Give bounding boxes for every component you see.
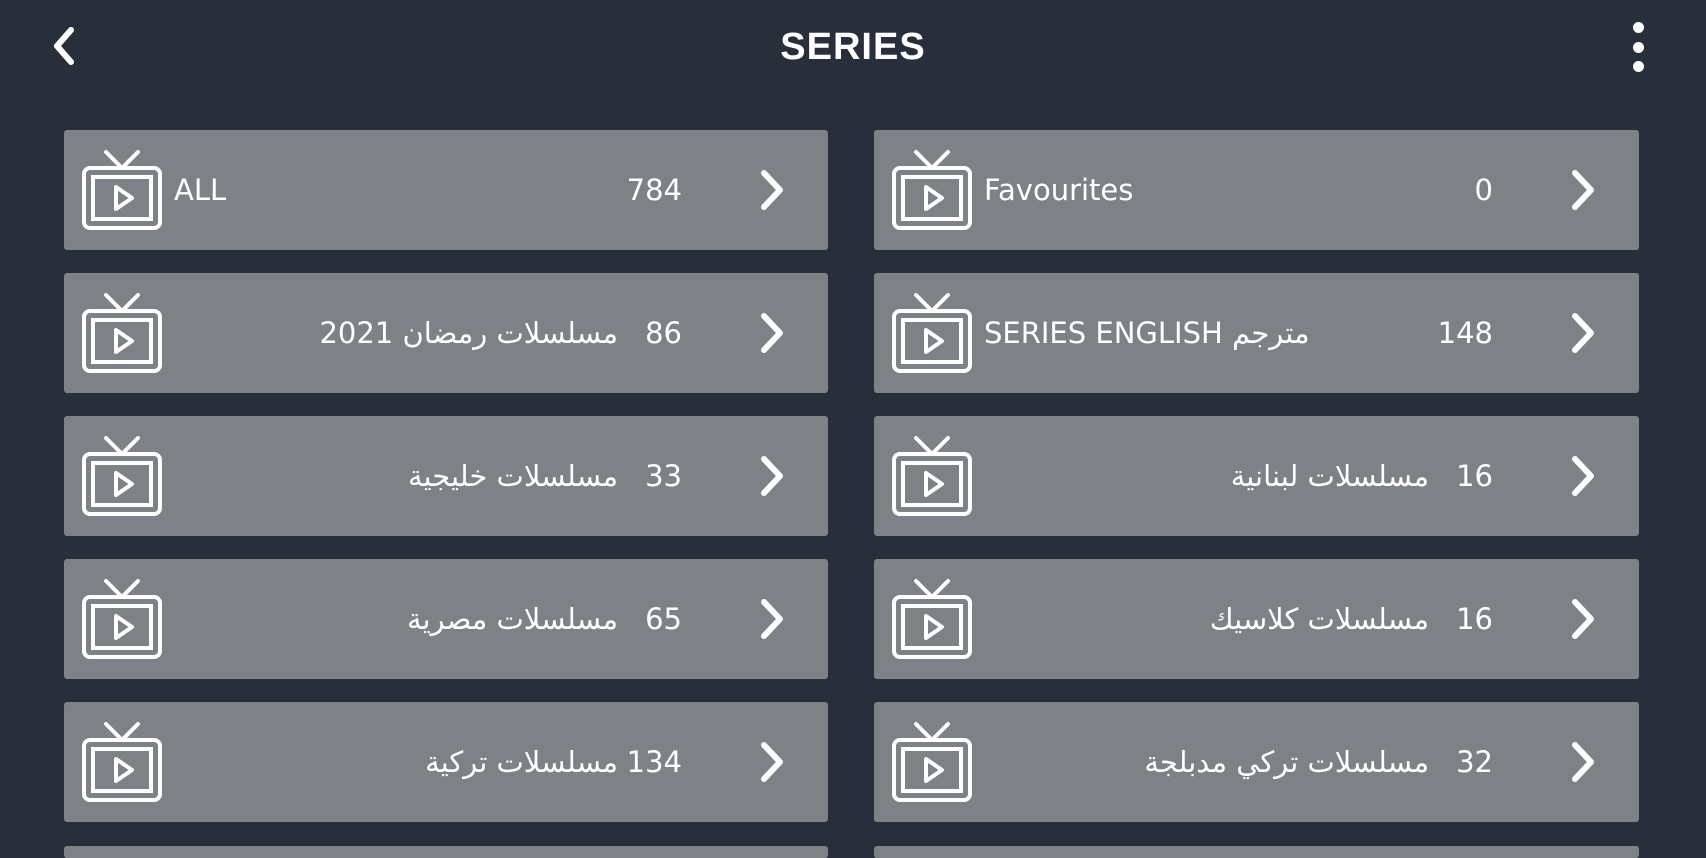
category-card[interactable]: مسلسلات رمضان 2021 86 <box>64 273 828 393</box>
chevron-right-icon <box>761 742 783 782</box>
top-bar: SERIES <box>0 0 1706 96</box>
tv-play-icon <box>892 436 972 516</box>
category-name: مسلسلات تركية <box>425 745 618 779</box>
category-count: 86 <box>645 316 682 350</box>
chevron-right-icon <box>1572 599 1594 639</box>
more-vertical-icon <box>1632 22 1644 33</box>
tv-play-icon <box>892 722 972 802</box>
category-card[interactable]: ALL 784 <box>64 130 828 250</box>
tv-play-icon <box>892 293 972 373</box>
category-card[interactable]: SERIES ENGLISH مترجم 148 <box>874 273 1639 393</box>
category-card[interactable]: مسلسلات خليجية 33 <box>64 416 828 536</box>
category-name: مسلسلات كلاسيك <box>1209 602 1429 636</box>
tv-play-icon <box>82 436 162 516</box>
category-name: مسلسلات مصرية <box>406 602 618 636</box>
page-title: SERIES <box>780 26 926 68</box>
category-card[interactable]: مسلسلات كلاسيك 16 <box>874 559 1639 679</box>
chevron-right-icon <box>761 170 783 210</box>
category-card[interactable]: Favourites 0 <box>874 130 1639 250</box>
category-card-partial[interactable] <box>64 846 828 858</box>
chevron-right-icon <box>1572 456 1594 496</box>
category-card-partial[interactable] <box>874 846 1639 858</box>
category-count: 148 <box>1437 316 1493 350</box>
chevron-right-icon <box>761 313 783 353</box>
category-card[interactable]: مسلسلات تركي مدبلجة 32 <box>874 702 1639 822</box>
tv-play-icon <box>892 150 972 230</box>
more-options-button[interactable] <box>1620 20 1656 74</box>
category-card[interactable]: مسلسلات تركية 134 <box>64 702 828 822</box>
tv-play-icon <box>82 579 162 659</box>
chevron-right-icon <box>761 599 783 639</box>
category-count: 784 <box>626 173 682 207</box>
category-card[interactable]: مسلسلات لبنانية 16 <box>874 416 1639 536</box>
category-count: 0 <box>1474 173 1493 207</box>
chevron-right-icon <box>761 456 783 496</box>
category-count: 65 <box>645 602 682 636</box>
category-name: مسلسلات لبنانية <box>1230 459 1429 493</box>
category-card[interactable]: مسلسلات مصرية 65 <box>64 559 828 679</box>
category-name: مسلسلات تركي مدبلجة <box>1144 745 1429 779</box>
category-count: 33 <box>645 459 682 493</box>
category-name: SERIES ENGLISH مترجم <box>984 316 1310 350</box>
chevron-right-icon <box>1572 313 1594 353</box>
tv-play-icon <box>82 722 162 802</box>
tv-play-icon <box>82 150 162 230</box>
category-grid: ALL 784 Favourites 0 مسلسلات رمضان 2021 … <box>64 130 1639 822</box>
tv-play-icon <box>82 293 162 373</box>
tv-play-icon <box>892 579 972 659</box>
category-count: 134 <box>626 745 682 779</box>
chevron-right-icon <box>1572 742 1594 782</box>
category-count: 16 <box>1456 602 1493 636</box>
category-name: مسلسلات رمضان 2021 <box>319 316 618 350</box>
category-count: 32 <box>1456 745 1493 779</box>
chevron-right-icon <box>1572 170 1594 210</box>
category-name: Favourites <box>984 173 1134 207</box>
category-name: مسلسلات خليجية <box>408 459 618 493</box>
category-count: 16 <box>1456 459 1493 493</box>
category-name: ALL <box>174 173 227 207</box>
